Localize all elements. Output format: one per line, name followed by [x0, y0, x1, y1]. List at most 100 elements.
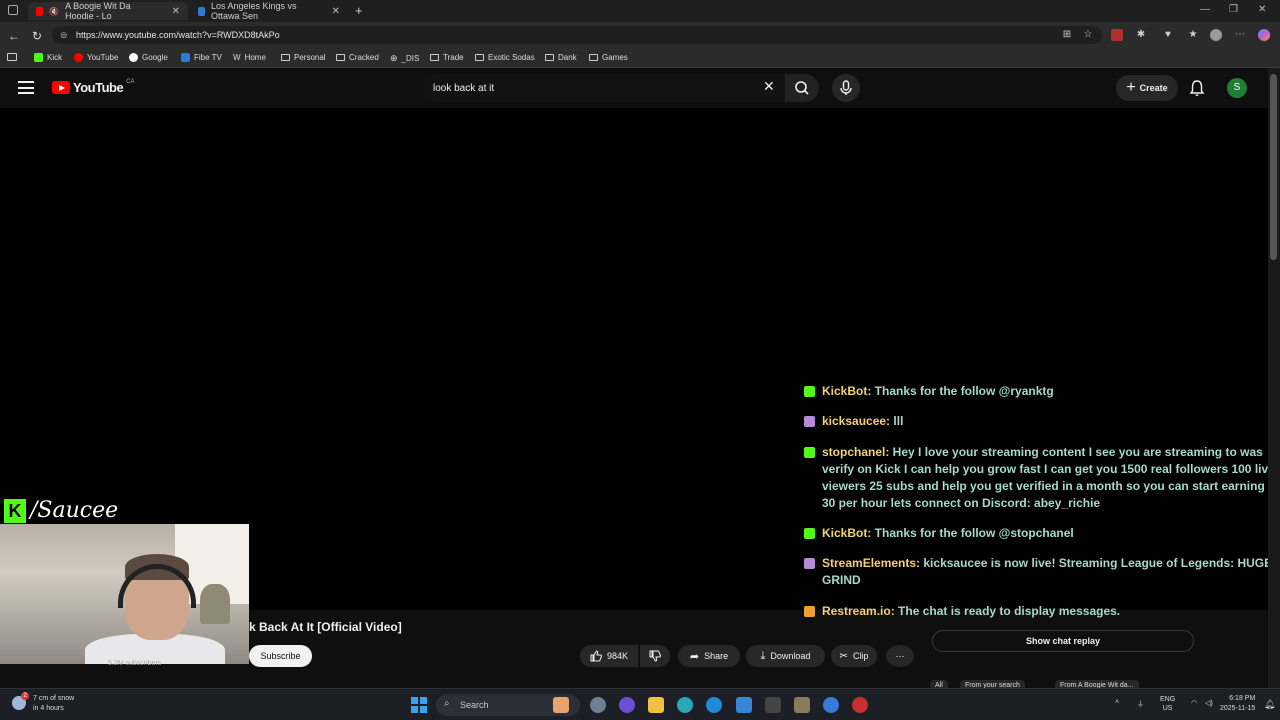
more-menu-icon[interactable]: ⋯	[1234, 29, 1246, 41]
subscribe-button[interactable]: Subscribe	[249, 645, 312, 667]
hamburger-menu-icon[interactable]	[18, 81, 34, 94]
scrollbar-thumb[interactable]	[1270, 74, 1277, 260]
globe-icon: ⊕	[390, 53, 398, 63]
reading-view-icon[interactable]	[7, 53, 17, 61]
tab-title: Los Angeles Kings vs Ottawa Sen	[210, 1, 297, 21]
folder-icon	[281, 54, 290, 61]
refresh-icon[interactable]: ↻	[32, 29, 42, 43]
create-button[interactable]: + Create	[1116, 75, 1178, 101]
settings-gear-icon[interactable]	[590, 697, 606, 713]
more-actions-icon[interactable]: ⋯	[886, 645, 914, 667]
kick-icon	[34, 53, 43, 62]
account-avatar[interactable]: S	[1227, 78, 1247, 98]
app-icon[interactable]	[553, 697, 569, 713]
back-icon[interactable]: ←	[8, 29, 20, 43]
tab-youtube[interactable]: 🔇 A Boogie Wit Da Hoodie - Lo ✕	[28, 1, 188, 21]
broadcaster-badge-icon	[804, 416, 815, 427]
new-tab-icon[interactable]: +	[355, 3, 363, 18]
extensions-puzzle-icon[interactable]: ✱	[1135, 29, 1147, 41]
bookmark-fibe-tv[interactable]: Fibe TV	[181, 53, 222, 62]
search-button[interactable]	[785, 74, 819, 102]
mute-icon[interactable]: 🔇	[49, 7, 59, 16]
profile-icon[interactable]	[1210, 29, 1222, 41]
app-available-icon[interactable]: ⊞	[1061, 29, 1073, 41]
close-tab-icon[interactable]: ✕	[172, 6, 180, 17]
bookmark-games[interactable]: Games	[589, 53, 628, 62]
system-clock[interactable]: 6:18 PM 2025-11-15	[1220, 694, 1255, 714]
download-button[interactable]: ⤓ Download	[746, 645, 825, 667]
kick-badge-icon	[804, 528, 815, 539]
bookmark-personal[interactable]: Personal	[281, 53, 326, 62]
youtube-logo[interactable]: YouTube CA	[52, 79, 135, 95]
favorites-icon[interactable]: ★	[1187, 29, 1199, 41]
tab-kings-senators[interactable]: Los Angeles Kings vs Ottawa Sen ✕	[190, 1, 348, 21]
windows-taskbar: 2 7 cm of snow in 4 hours ⌕ Search ˄ ⏚ E…	[0, 688, 1280, 720]
bookmark-home[interactable]: W Home	[233, 53, 266, 62]
weather-badge: 2	[21, 692, 29, 700]
tab-title: A Boogie Wit Da Hoodie - Lo	[65, 1, 131, 21]
language-indicator[interactable]: ENG US	[1160, 695, 1175, 713]
windows-start-icon[interactable]	[411, 697, 427, 713]
app-diamond-icon[interactable]	[765, 697, 781, 713]
notepad-icon[interactable]	[736, 697, 752, 713]
close-window-icon[interactable]: ✕	[1258, 4, 1266, 15]
download-icon: ⤓	[760, 649, 766, 662]
share-button[interactable]: ➦ Share	[678, 645, 740, 667]
restream-badge-icon	[804, 606, 815, 617]
clear-search-icon[interactable]: ✕	[763, 79, 775, 93]
edge-active-icon[interactable]	[706, 697, 722, 713]
minimize-icon[interactable]: —	[1200, 4, 1210, 15]
address-field[interactable]: ⊜ https://www.youtube.com/watch?v=RWDXD8…	[52, 26, 1102, 44]
app-blue-icon[interactable]	[823, 697, 839, 713]
wifi-icon[interactable]: ◠	[1191, 699, 1197, 707]
tab-actions-icon[interactable]	[8, 5, 18, 15]
voice-search-button[interactable]	[832, 74, 860, 102]
broadcaster-badge-icon	[804, 558, 815, 569]
browser-essentials-icon[interactable]: ♥	[1162, 29, 1174, 41]
notifications-bell-icon[interactable]	[1189, 79, 1205, 97]
bookmark-exotic-sodas[interactable]: Exotic Sodas	[475, 53, 535, 62]
discord-icon[interactable]	[619, 697, 635, 713]
edge-icon[interactable]	[677, 697, 693, 713]
kick-badge-icon	[804, 447, 815, 458]
google-icon	[129, 53, 138, 62]
search-input[interactable]	[433, 74, 753, 102]
site-info-icon[interactable]: ⊜	[60, 30, 68, 41]
page-scrollbar[interactable]	[1268, 68, 1280, 688]
bookmark-trade[interactable]: Trade	[430, 53, 464, 62]
chat-message: KickBot: Thanks for the follow @stopchan…	[800, 525, 1280, 542]
thumbs-down-icon	[649, 650, 661, 662]
clip-button[interactable]: ✂ Clip	[831, 645, 877, 667]
bookmarks-bar: Kick YouTube Google Fibe TV W Home Person…	[0, 48, 1280, 68]
dislike-button[interactable]	[640, 645, 670, 667]
show-chat-replay-button[interactable]: Show chat replay	[932, 630, 1194, 652]
bookmark-youtube[interactable]: YouTube	[74, 53, 118, 62]
obs-icon[interactable]	[852, 697, 868, 713]
video-title: k Back At It [Official Video]	[249, 620, 402, 634]
game-icon[interactable]	[794, 697, 810, 713]
bookmark-dis[interactable]: ⊕ _DIS	[390, 53, 419, 64]
url-text: https://www.youtube.com/watch?v=RWDXD8tA…	[76, 30, 280, 40]
usb-icon[interactable]: ⏚	[1137, 699, 1144, 709]
maximize-icon[interactable]: ❐	[1229, 4, 1238, 15]
extension-icon[interactable]	[1111, 29, 1123, 41]
subscriber-count: 5.2M subscribers	[108, 660, 162, 667]
fibe-icon	[181, 53, 190, 62]
folder-icon	[475, 54, 484, 61]
kick-logo-icon: K	[4, 498, 26, 523]
chevron-up-icon[interactable]: ˄	[1115, 699, 1119, 706]
file-explorer-icon[interactable]	[648, 697, 664, 713]
folder-icon	[545, 54, 554, 61]
volume-icon[interactable]: ◁)	[1205, 699, 1213, 707]
bookmark-kick[interactable]: Kick	[34, 53, 62, 62]
like-button[interactable]: 984K	[580, 645, 638, 667]
bookmark-google[interactable]: Google	[129, 53, 168, 62]
bookmark-cracked[interactable]: Cracked	[336, 53, 379, 62]
notifications-icon[interactable]: 🔔︎	[1264, 699, 1275, 710]
browser-tab-bar: 🔇 A Boogie Wit Da Hoodie - Lo ✕ Los Ange…	[0, 0, 1280, 22]
weather-widget[interactable]: 2 7 cm of snow in 4 hours	[12, 692, 74, 714]
close-tab-icon[interactable]: ✕	[332, 6, 340, 17]
favorite-star-icon[interactable]: ☆	[1082, 29, 1094, 41]
bookmark-dank[interactable]: Dank	[545, 53, 577, 62]
copilot-icon[interactable]	[1258, 29, 1270, 41]
